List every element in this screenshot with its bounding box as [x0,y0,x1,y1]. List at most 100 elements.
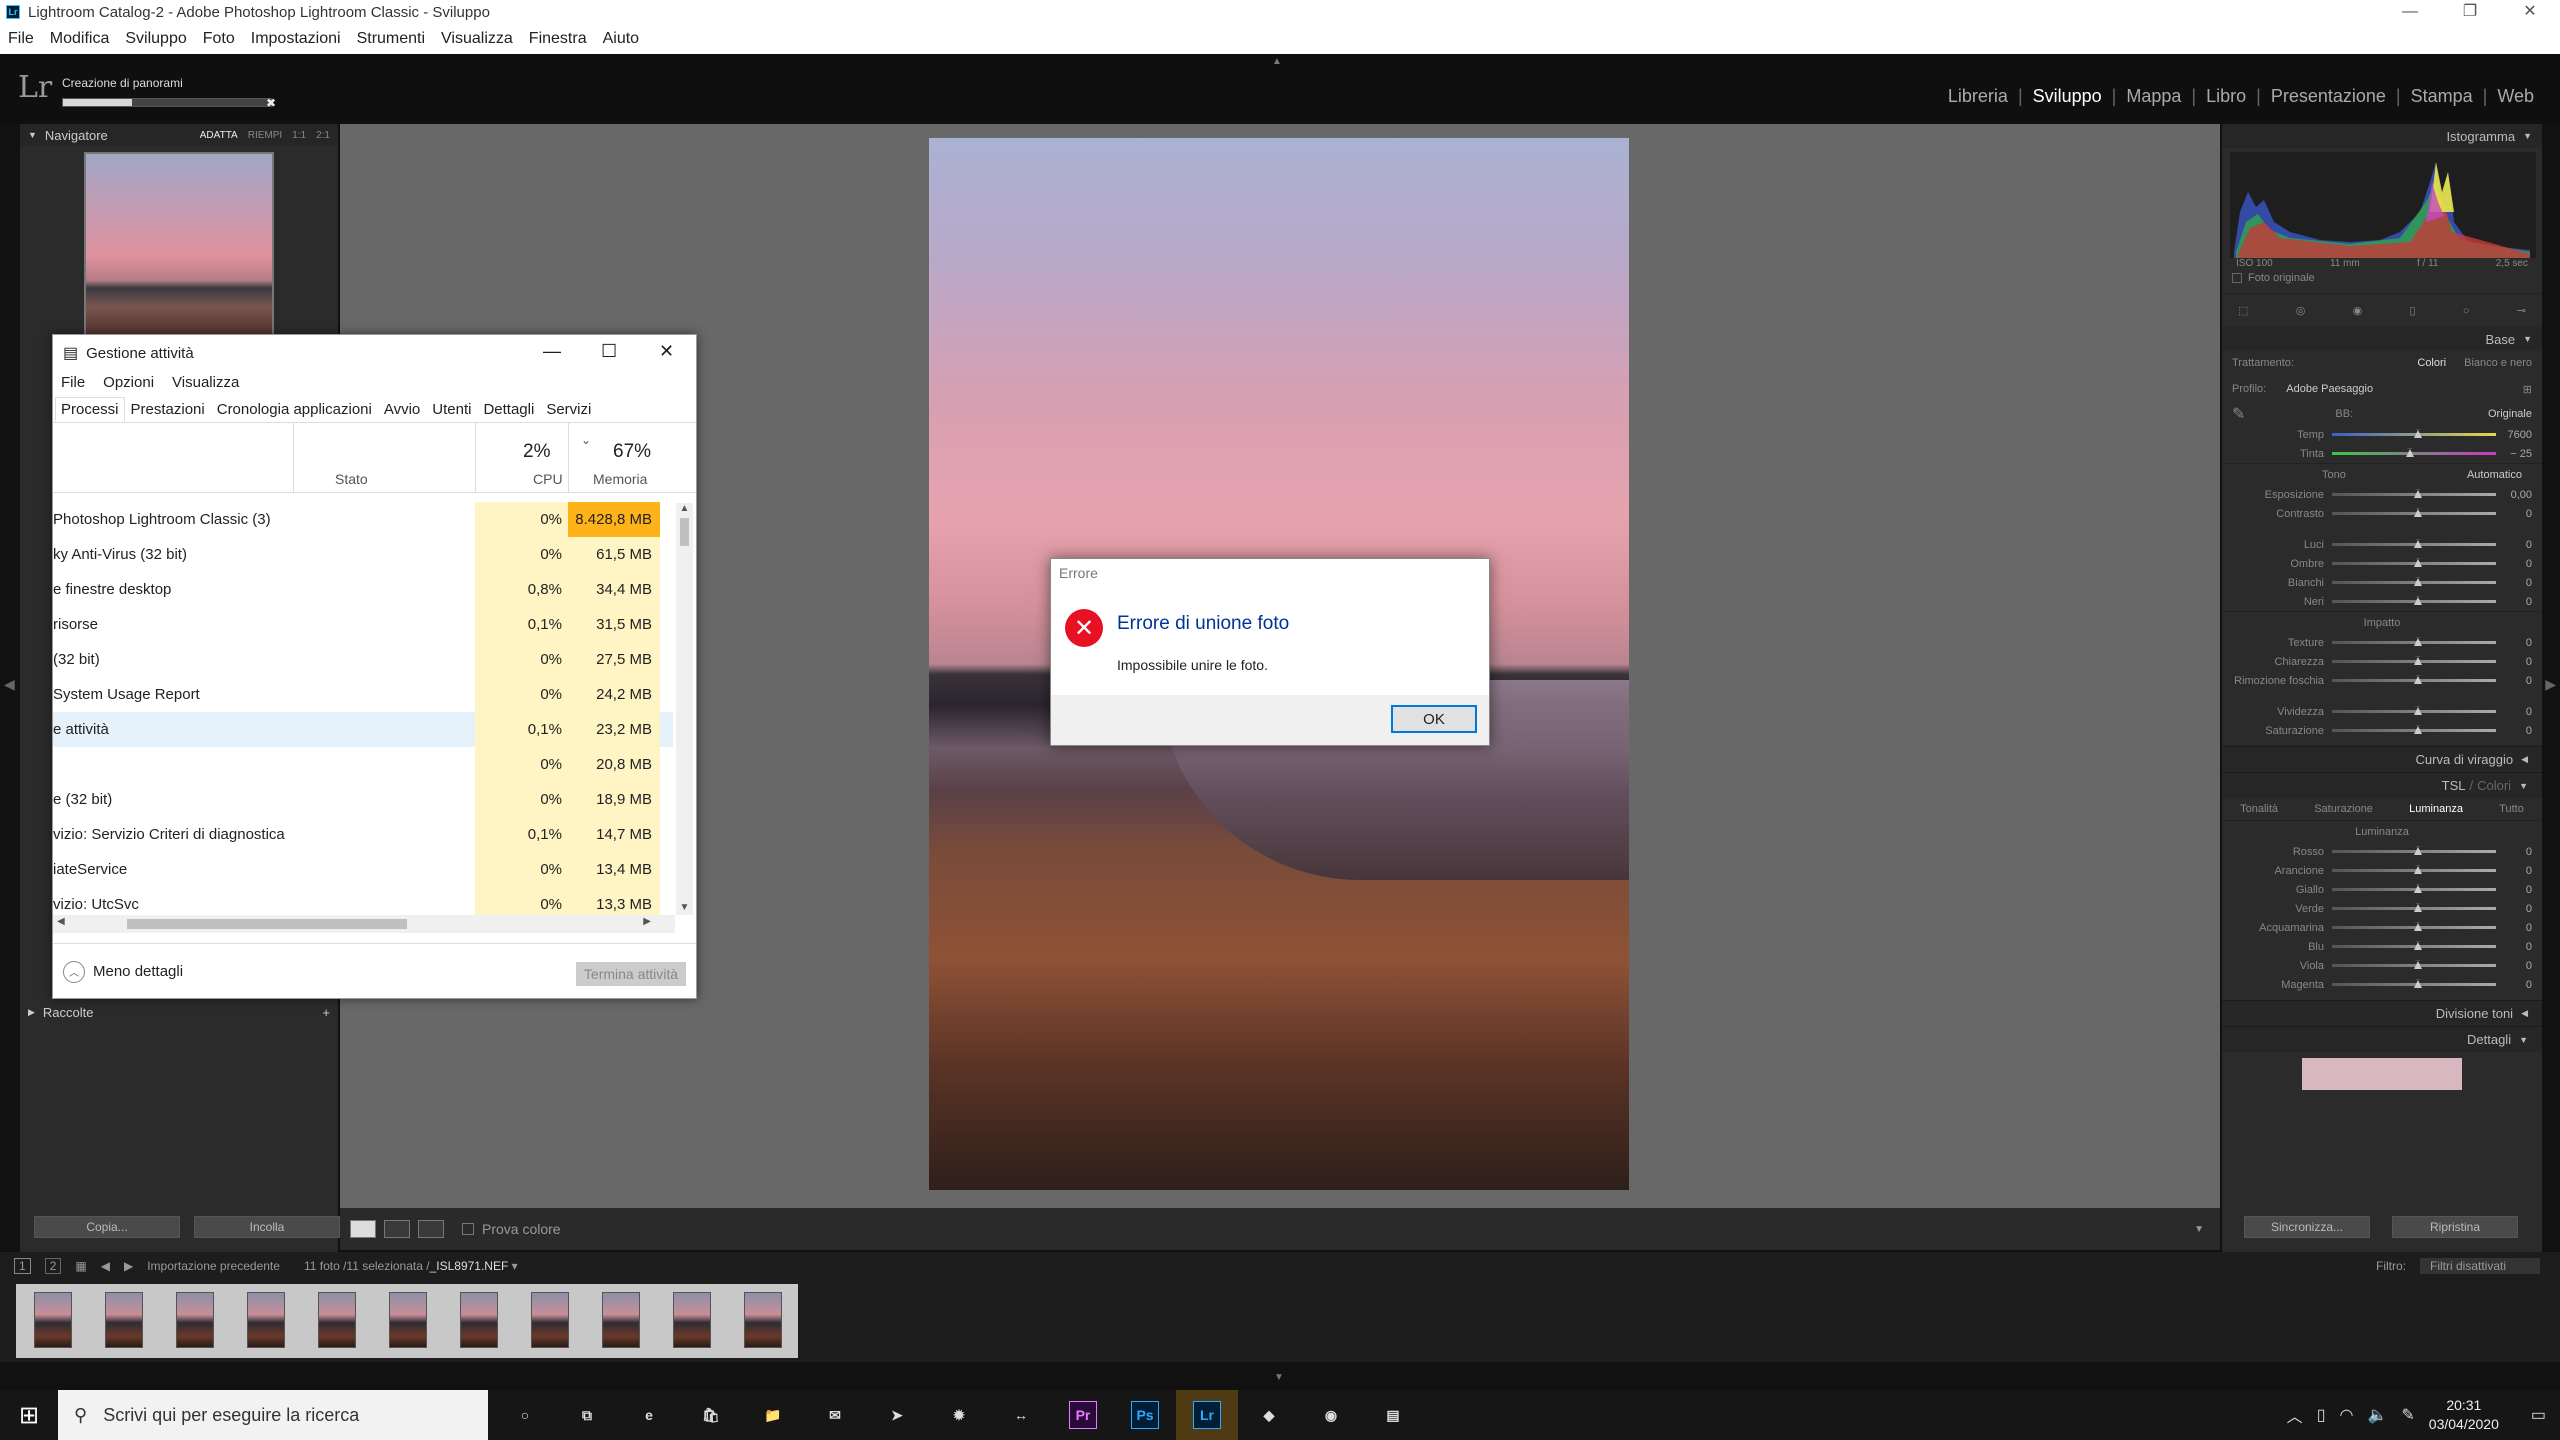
error-dialog-title[interactable]: Errore [1051,559,1489,587]
chrome-icon[interactable]: ◉ [1300,1390,1362,1440]
slider-track[interactable] [2332,706,2496,715]
menu-impostazioni[interactable]: Impostazioni [251,30,341,48]
menu-sviluppo[interactable]: Sviluppo [125,30,186,48]
slider-value[interactable]: 0 [2496,706,2532,718]
detail-preview[interactable] [2302,1058,2462,1090]
slider-track[interactable] [2332,539,2496,548]
crop-tool-icon[interactable]: ⬚ [2238,304,2248,317]
navigator-preview[interactable] [84,152,274,342]
tint-value[interactable]: − 25 [2496,448,2532,460]
slider-track[interactable] [2332,884,2496,893]
slider-value[interactable]: 0 [2496,922,2532,934]
slider-thumb[interactable] [2414,508,2422,517]
temp-slider-thumb[interactable] [2414,429,2422,438]
process-row[interactable]: vizio: Servizio Criteri di diagnostica 0,… [53,817,673,852]
tm-tab-details[interactable]: Dettagli [477,397,540,422]
split-toning-header[interactable]: Divisione toni ◀ [2222,1000,2542,1026]
close-button[interactable]: ✕ [2500,0,2560,24]
process-row[interactable]: risorse 0,1% 31,5 MB [53,607,673,642]
filmstrip-source[interactable]: Importazione precedente [147,1259,280,1273]
slider-track[interactable] [2332,675,2496,684]
slider-thumb[interactable] [2414,846,2422,855]
mail-icon[interactable]: ✉ [804,1390,866,1440]
slider-track[interactable] [2332,508,2496,517]
tm-vertical-scrollbar[interactable]: ▲ ▼ [676,503,693,915]
col-status[interactable]: Stato [335,471,368,487]
right-panel-toggle-icon[interactable]: ▶ [2545,676,2556,693]
slider-value[interactable]: 0 [2496,508,2532,520]
profile-select[interactable]: Adobe Paesaggio [2286,383,2373,395]
module-mappa[interactable]: Mappa [2116,86,2191,107]
filmstrip-toggle-icon[interactable]: ▼ [1274,1372,1284,1383]
end-task-button[interactable]: Termina attività [576,962,686,986]
menu-file[interactable]: File [8,30,34,48]
process-row[interactable]: e (32 bit) 0% 18,9 MB [53,782,673,817]
slider-value[interactable]: 0 [2496,903,2532,915]
hsl-colors[interactable]: Colori [2477,778,2511,793]
base-header[interactable]: Base ▼ [2222,327,2542,351]
slider-value[interactable]: 0 [2496,725,2532,737]
filmstrip-thumbnail[interactable] [389,1292,427,1348]
menu-aiuto[interactable]: Aiuto [603,30,639,48]
slider-track[interactable] [2332,577,2496,586]
paste-button[interactable]: Incolla [194,1216,340,1238]
tm-minimize-button[interactable]: — [543,341,561,362]
tm-tab-processes[interactable]: Processi [55,397,125,422]
slider-track[interactable] [2332,922,2496,931]
task-manager-titlebar[interactable]: ▤ Gestione attività — ☐ ✕ [53,335,696,371]
module-stampa[interactable]: Stampa [2401,86,2483,107]
usb-icon[interactable]: ▯ [2317,1405,2326,1425]
slider-thumb[interactable] [2414,637,2422,646]
tray-chevron-icon[interactable]: ︿ [2287,1403,2303,1427]
filmstrip-filename[interactable]: _ISL8971.NEF [430,1259,509,1273]
wifi-icon[interactable]: ◠ [2340,1405,2354,1425]
slider-track[interactable] [2332,637,2496,646]
nav-fill[interactable]: RIEMPI [248,130,282,141]
spot-removal-icon[interactable]: ◎ [2296,304,2306,317]
red-eye-icon[interactable]: ◉ [2353,304,2363,317]
tm-tab-app-history[interactable]: Cronologia applicazioni [211,397,378,422]
toolbar-menu-icon[interactable]: ▼ [2194,1224,2204,1235]
slider-track[interactable] [2332,960,2496,969]
app-icon[interactable]: ◆ [1238,1390,1300,1440]
photoshop-icon[interactable]: Ps [1114,1390,1176,1440]
back-arrow-icon[interactable]: ◀ [101,1259,110,1273]
tm-horizontal-scrollbar[interactable]: ◀ ▶ [53,915,675,933]
clock[interactable]: 20:31 03/04/2020 [2429,1396,2499,1434]
filmstrip-thumbnail[interactable] [673,1292,711,1348]
wb-select[interactable]: Originale [2488,408,2532,420]
tm-tab-users[interactable]: Utenti [426,397,477,422]
slider-value[interactable]: 0 [2496,846,2532,858]
nav-2-1[interactable]: 2:1 [316,130,330,141]
slider-thumb[interactable] [2414,725,2422,734]
module-libreria[interactable]: Libreria [1938,86,2018,107]
avast-icon[interactable]: ✹ [928,1390,990,1440]
profile-browser-icon[interactable]: ⊞ [2523,383,2532,396]
tone-curve-header[interactable]: Curva di viraggio ◀ [2222,746,2542,772]
slider-value[interactable]: 0 [2496,941,2532,953]
details-header[interactable]: Dettagli ▼ [2222,1026,2542,1052]
eyedropper-icon[interactable]: ✎ [2232,404,2245,424]
module-presentazione[interactable]: Presentazione [2261,86,2396,107]
loupe-view-button[interactable] [350,1220,376,1238]
slider-thumb[interactable] [2414,941,2422,950]
slider-track[interactable] [2332,846,2496,855]
tint-slider[interactable] [2332,448,2496,457]
copy-button[interactable]: Copia... [34,1216,180,1238]
module-sviluppo[interactable]: Sviluppo [2023,86,2112,107]
navigator-header[interactable]: ▼ Navigatore ADATTA RIEMPI 1:1 2:1 [20,124,338,146]
minimize-button[interactable]: — [2380,0,2440,24]
hsl-header[interactable]: TSL / Colori ▼ [2222,772,2542,798]
auto-tone-button[interactable]: Automatico [2467,469,2522,481]
temp-slider[interactable] [2332,429,2496,438]
slider-value[interactable]: 0 [2496,675,2532,687]
module-web[interactable]: Web [2487,86,2544,107]
tm-menu-file[interactable]: File [61,374,85,391]
windows-start-icon[interactable]: ⊞ [0,1390,58,1440]
slider-track[interactable] [2332,979,2496,988]
slider-track[interactable] [2332,558,2496,567]
process-row[interactable]: e finestre desktop 0,8% 34,4 MB [53,572,673,607]
slider-value[interactable]: 0 [2496,884,2532,896]
filmstrip-thumbnail[interactable] [318,1292,356,1348]
slider-thumb[interactable] [2414,865,2422,874]
